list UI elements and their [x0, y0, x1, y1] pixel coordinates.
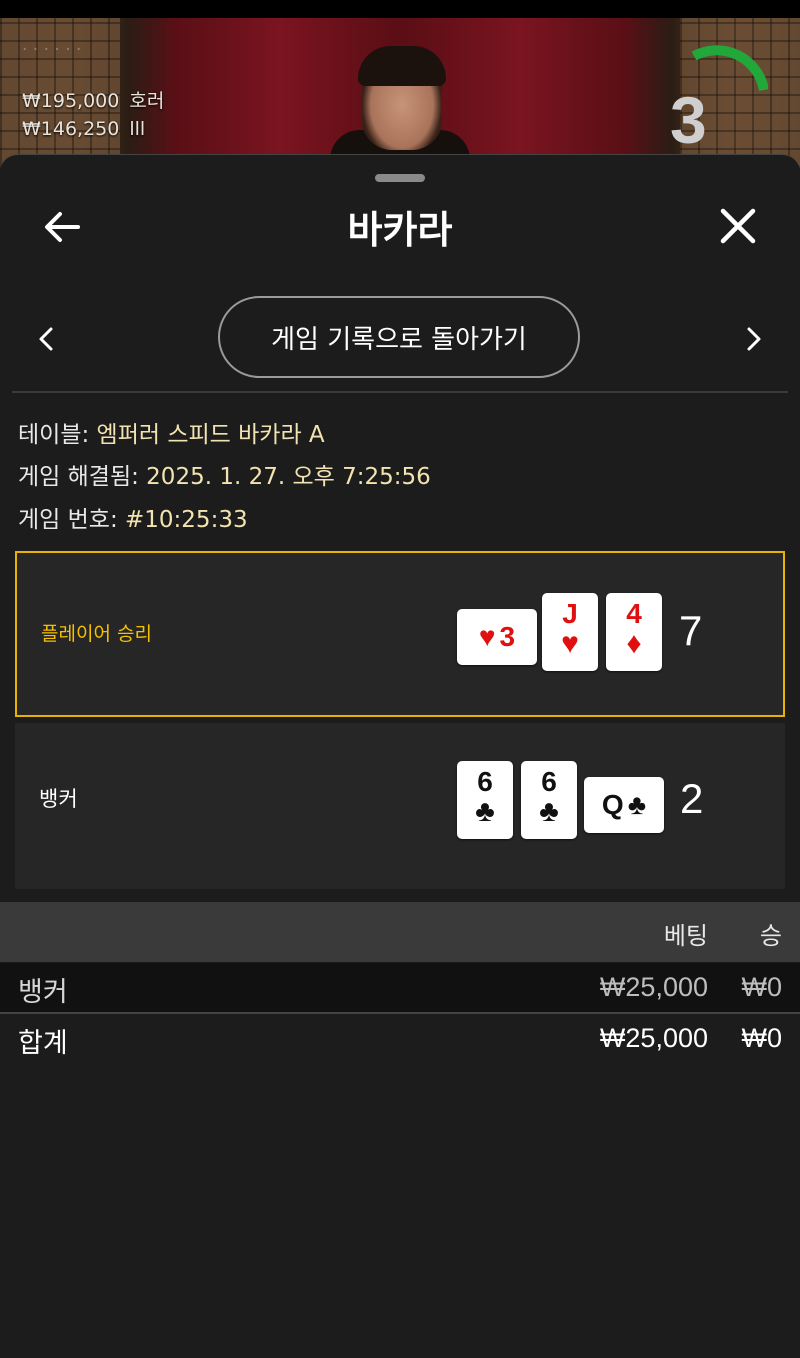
card-suit: ♥: [478, 621, 496, 652]
playing-card: 6 ♣: [521, 761, 577, 839]
video-bet-amount: ₩146,250: [22, 118, 120, 140]
status-bar: [0, 0, 800, 18]
video-bet-name: lll: [129, 118, 146, 140]
bet-column-header: 베팅: [663, 922, 708, 950]
card-rank: 6: [477, 766, 493, 797]
card-rank: 6: [541, 766, 557, 797]
player-result-label: 플레이어 승리: [41, 623, 152, 645]
table-info: 테이블: 엠퍼러 스피드 바카라 A: [18, 415, 325, 449]
video-bet-row: ₩146,250 lll: [22, 118, 145, 140]
table-label: 테이블:: [18, 422, 97, 448]
video-bet-name: 호러: [129, 90, 165, 112]
card-suit: ♣: [475, 795, 495, 828]
page-title: 바카라: [347, 208, 453, 252]
playing-card: Q ♣: [584, 777, 664, 833]
resolved-info: 게임 해결됨: 2025. 1. 27. 오후 7:25:56: [18, 457, 431, 491]
banker-result-label: 뱅커: [39, 787, 78, 811]
card-suit: ♣: [627, 789, 647, 820]
close-icon[interactable]: [715, 203, 761, 249]
win-column-header: 승: [759, 922, 782, 950]
back-to-history-button[interactable]: 게임 기록으로 돌아가기: [218, 296, 580, 378]
win-amount: ₩0: [741, 972, 783, 1002]
player-total: 7: [679, 607, 703, 654]
card-suit: ♣: [539, 795, 559, 828]
faded-bet-row: · · · · · ·: [22, 40, 82, 60]
card-rank: 4: [626, 598, 642, 629]
divider: [0, 1012, 800, 1014]
card-rank: J: [562, 598, 578, 629]
chevron-left-icon[interactable]: [34, 323, 58, 355]
card-suit: ♦: [626, 627, 642, 660]
bets-table-header: 베팅 승: [0, 902, 800, 962]
card-rank: Q: [601, 789, 624, 820]
card-rank: 3: [499, 621, 516, 652]
drag-handle[interactable]: [375, 174, 425, 182]
playing-card: ♥ 3: [457, 609, 537, 665]
banker-total: 2: [680, 775, 704, 822]
playing-card: 6 ♣: [457, 761, 513, 839]
video-bet-row: ₩195,000 호러: [22, 86, 164, 113]
banker-result: 뱅커 6 ♣ 6 ♣ Q ♣ 2: [15, 723, 785, 889]
game-detail-sheet: 바카라 게임 기록으로 돌아가기 테이블: 엠퍼러 스피드 바카라 A 게임 해…: [0, 154, 800, 1358]
total-row: 합계 ₩25,000 ₩0: [0, 1015, 800, 1065]
resolved-value: 2025. 1. 27. 오후 7:25:56: [146, 464, 431, 490]
total-win-amount: ₩0: [741, 1023, 783, 1053]
divider: [12, 391, 788, 393]
table-row: 뱅커 ₩25,000 ₩0: [0, 963, 800, 1013]
bet-amount: ₩25,000: [599, 972, 708, 1002]
playing-card: J ♥: [542, 593, 598, 671]
total-label: 합계: [18, 1028, 68, 1059]
card-suit: ♥: [561, 627, 579, 660]
game-number-value: #10:25:33: [125, 507, 248, 533]
playing-card: 4 ♦: [606, 593, 662, 671]
game-number-label: 게임 번호:: [18, 507, 126, 533]
game-number-info: 게임 번호: #10:25:33: [18, 500, 248, 534]
total-bet-amount: ₩25,000: [599, 1023, 708, 1053]
dealer-hair: [358, 46, 446, 86]
resolved-label: 게임 해결됨:: [18, 464, 147, 490]
video-bet-amount: ₩195,000: [22, 90, 120, 112]
bet-name: 뱅커: [18, 977, 68, 1008]
countdown-number: 3: [670, 83, 707, 157]
player-result: 플레이어 승리 ♥ 3 J ♥ 4 ♦ 7: [15, 551, 785, 717]
chevron-right-icon[interactable]: [742, 323, 766, 355]
table-value: 엠퍼러 스피드 바카라 A: [96, 422, 325, 448]
